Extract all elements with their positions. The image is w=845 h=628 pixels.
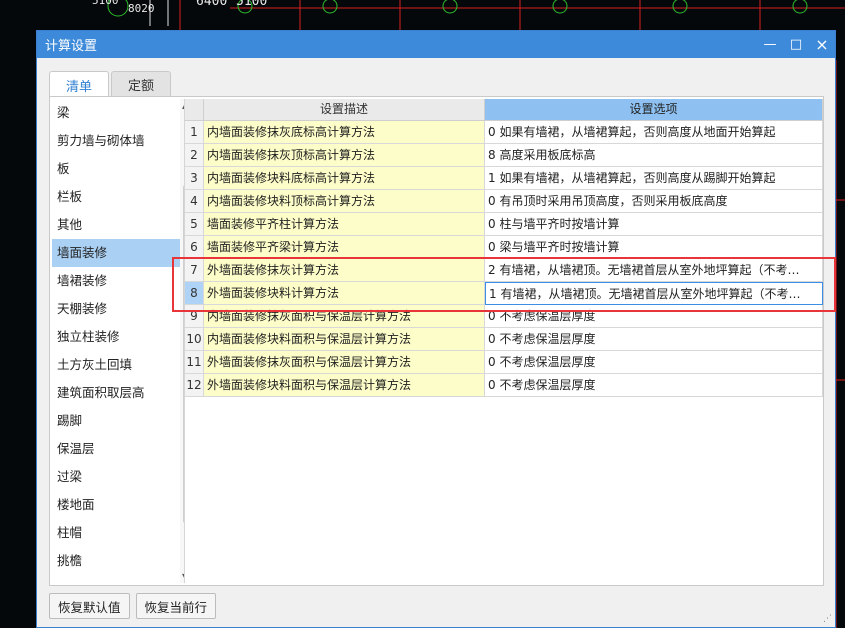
setting-option-cell[interactable]: 8 高度采用板底标高 (485, 144, 823, 167)
setting-description-cell[interactable]: 墙面装修平齐柱计算方法 (204, 213, 485, 236)
calculation-settings-dialog: 计算设置 — □ × 清单 定额 梁剪力墙与砌体墙板栏板 其他 墙面装修 墙裙装修 天棚… (36, 30, 836, 628)
header-row-number (185, 99, 204, 121)
table-row[interactable]: 9 内墙面装修抹灰面积与保温层计算方法 0 不考虑保温层厚度 (185, 305, 823, 328)
settings-panel: 梁剪力墙与砌体墙板栏板 其他 墙面装修 墙裙装修 天棚装修 独立柱装修 土方灰土回填 建筑面积… (49, 96, 824, 586)
row-number: 10 (185, 328, 204, 351)
resize-grip-icon[interactable]: ⋰ (823, 614, 832, 624)
settings-grid: 设置描述 设置选项 1 内墙面装修抹灰底标高计算方法 0 如果有墙裙，从墙裙算起，否… (184, 99, 823, 583)
setting-option-cell[interactable]: 0 不考虑保温层厚度 (485, 351, 823, 374)
grid-empty-area (185, 397, 823, 583)
setting-option-cell[interactable]: 0 有吊顶时采用吊顶高度，否则采用板底高度 (485, 190, 823, 213)
row-number: 12 (185, 374, 204, 397)
table-row[interactable]: 8 外墙面装修块料计算方法 1 有墙裙，从墙裙顶。无墙裙首层从室外地坪算起（不考虑.… (185, 282, 823, 305)
row-number: 6 (185, 236, 204, 259)
category-item[interactable]: 独立柱装修 (52, 323, 180, 351)
row-number: 1 (185, 121, 204, 144)
setting-description-cell[interactable]: 内墙面装修抹灰顶标高计算方法 (204, 144, 485, 167)
close-icon[interactable]: × (809, 31, 835, 58)
maximize-icon[interactable]: □ (783, 31, 809, 58)
category-item[interactable]: 土方灰土回填 (52, 351, 180, 379)
setting-description-cell[interactable]: 外墙面装修抹灰计算方法 (204, 259, 485, 282)
table-row[interactable]: 10 内墙面装修块料面积与保温层计算方法 0 不考虑保温层厚度 (185, 328, 823, 351)
dialog-title: 计算设置 (45, 39, 98, 54)
row-number: 5 (185, 213, 204, 236)
dialog-titlebar[interactable]: 计算设置 — □ × (37, 31, 835, 58)
grid-header: 设置描述 设置选项 (185, 99, 823, 121)
cad-dimension-text: 5100 (92, 0, 119, 7)
header-setting-option[interactable]: 设置选项 (485, 99, 823, 121)
category-item[interactable]: 墙面装修 (52, 239, 180, 267)
setting-description-cell[interactable]: 外墙面装修抹灰面积与保温层计算方法 (204, 351, 485, 374)
header-setting-description[interactable]: 设置描述 (204, 99, 485, 121)
setting-option-cell[interactable]: 0 如果有墙裙，从墙裙算起，否则高度从地面开始算起 (485, 121, 823, 144)
row-number: 11 (185, 351, 204, 374)
setting-description-cell[interactable]: 内墙面装修抹灰面积与保温层计算方法 (204, 305, 485, 328)
category-item[interactable]: 挑檐 (52, 547, 180, 575)
setting-description-cell[interactable]: 外墙面装修块料计算方法 (204, 282, 485, 305)
row-number: 9 (185, 305, 204, 328)
restore-current-row-button[interactable]: 恢复当前行 (135, 593, 217, 619)
setting-option-cell[interactable]: 0 柱与墙平齐时按墙计算 (485, 213, 823, 236)
table-row[interactable]: 3 内墙面装修块料底标高计算方法 1 如果有墙裙，从墙裙算起，否则高度从踢脚开始算起 (185, 167, 823, 190)
dialog-footer: 恢复默认值 恢复当前行 (49, 593, 222, 619)
category-item[interactable]: 楼地面 (52, 491, 180, 519)
table-row[interactable]: 7 外墙面装修抹灰计算方法 2 有墙裙，从墙裙顶。无墙裙首层从室外地坪算起（不考虑.… (185, 259, 823, 282)
setting-description-cell[interactable]: 墙面装修平齐梁计算方法 (204, 236, 485, 259)
grid-body: 1 内墙面装修抹灰底标高计算方法 0 如果有墙裙，从墙裙算起，否则高度从地面开始算起… (185, 121, 823, 397)
minimize-icon[interactable]: — (757, 31, 783, 58)
category-item[interactable]: 保温层 (52, 435, 180, 463)
setting-description-cell[interactable]: 内墙面装修块料底标高计算方法 (204, 167, 485, 190)
table-row[interactable]: 4 内墙面装修块料顶标高计算方法 0 有吊顶时采用吊顶高度，否则采用板底高度 (185, 190, 823, 213)
row-number: 2 (185, 144, 204, 167)
setting-option-cell[interactable]: 1 如果有墙裙，从墙裙算起，否则高度从踢脚开始算起 (485, 167, 823, 190)
category-item[interactable]: 板 (52, 155, 180, 183)
category-item[interactable]: 过梁 (52, 463, 180, 491)
category-list: 梁剪力墙与砌体墙板栏板 其他 墙面装修 墙裙装修 天棚装修 独立柱装修 土方灰土回填 建筑面积… (52, 99, 180, 583)
tab-quota[interactable]: 定额 (111, 71, 171, 97)
restore-default-button[interactable]: 恢复默认值 (49, 593, 130, 619)
setting-option-cell[interactable]: 0 不考虑保温层厚度 (485, 374, 823, 397)
setting-option-cell[interactable]: 2 有墙裙，从墙裙顶。无墙裙首层从室外地坪算起（不考虑... (485, 259, 823, 282)
table-row[interactable]: 11 外墙面装修抹灰面积与保温层计算方法 0 不考虑保温层厚度 (185, 351, 823, 374)
tab-bar: 清单 定额 (49, 71, 173, 98)
cad-dimension-text: 5100 (236, 0, 268, 9)
row-number: 7 (185, 259, 204, 282)
setting-description-cell[interactable]: 内墙面装修块料顶标高计算方法 (204, 190, 485, 213)
category-item[interactable]: 天棚装修 (52, 295, 180, 323)
row-number: 4 (185, 190, 204, 213)
setting-option-cell[interactable]: 0 梁与墙平齐时按墙计算 (485, 236, 823, 259)
table-row[interactable]: 2 内墙面装修抹灰顶标高计算方法 8 高度采用板底标高 (185, 144, 823, 167)
cad-dimension-text: 6400 (196, 0, 228, 9)
row-number: 8 (185, 282, 204, 305)
category-item[interactable]: 墙裙装修 (52, 267, 180, 295)
setting-description-cell[interactable]: 外墙面装修块料面积与保温层计算方法 (204, 374, 485, 397)
setting-description-cell[interactable]: 内墙面装修抹灰底标高计算方法 (204, 121, 485, 144)
category-item[interactable]: 踢脚 (52, 407, 180, 435)
category-item[interactable]: 建筑面积取层高 (52, 379, 180, 407)
setting-description-cell[interactable]: 内墙面装修块料面积与保温层计算方法 (204, 328, 485, 351)
table-row[interactable]: 1 内墙面装修抹灰底标高计算方法 0 如果有墙裙，从墙裙算起，否则高度从地面开始算起 (185, 121, 823, 144)
table-row[interactable]: 12 外墙面装修块料面积与保温层计算方法 0 不考虑保温层厚度 (185, 374, 823, 397)
category-item[interactable]: 柱帽 (52, 519, 180, 547)
table-row[interactable]: 6 墙面装修平齐梁计算方法 0 梁与墙平齐时按墙计算 (185, 236, 823, 259)
category-item[interactable]: 梁 (52, 99, 180, 127)
cad-dimension-text: 8020 (128, 2, 155, 15)
category-item[interactable]: 栏板 (52, 183, 180, 211)
category-item[interactable]: 其他 (52, 211, 180, 239)
tab-bill-of-quantities[interactable]: 清单 (49, 71, 109, 98)
setting-option-cell[interactable]: 0 不考虑保温层厚度 (485, 305, 823, 328)
table-row[interactable]: 5 墙面装修平齐柱计算方法 0 柱与墙平齐时按墙计算 (185, 213, 823, 236)
setting-option-cell[interactable]: 1 有墙裙，从墙裙顶。无墙裙首层从室外地坪算起（不考虑... (485, 282, 823, 305)
category-item[interactable]: 剪力墙与砌体墙 (52, 127, 180, 155)
setting-option-cell[interactable]: 0 不考虑保温层厚度 (485, 328, 823, 351)
row-number: 3 (185, 167, 204, 190)
